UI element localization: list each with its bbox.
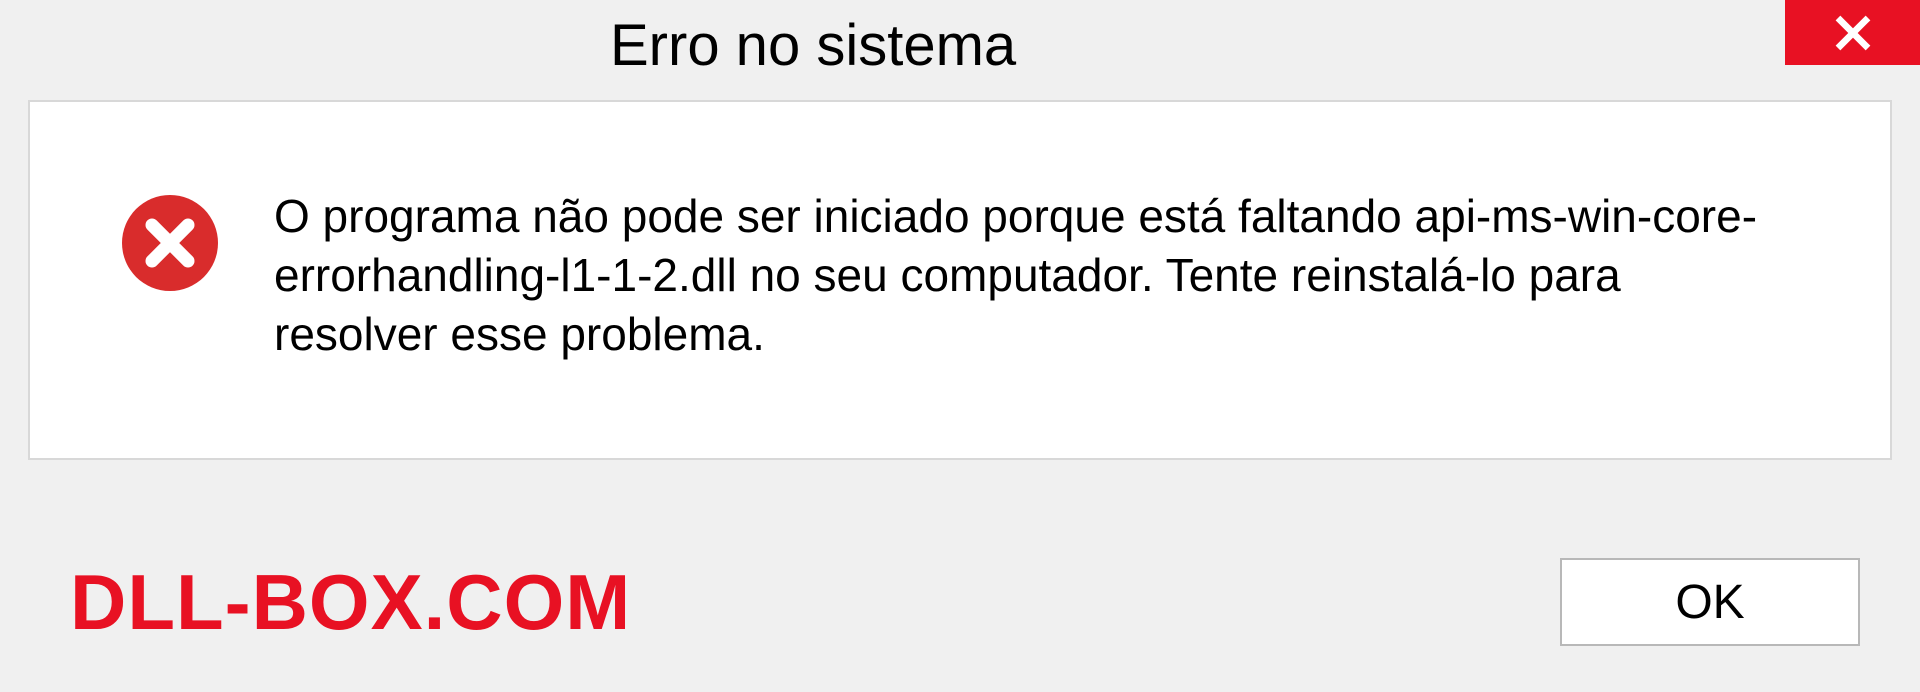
dialog-title: Erro no sistema	[610, 12, 1016, 79]
ok-button[interactable]: OK	[1560, 558, 1860, 646]
content-area: O programa não pode ser iniciado porque …	[28, 100, 1892, 460]
close-icon	[1834, 14, 1872, 52]
error-message: O programa não pode ser iniciado porque …	[274, 187, 1774, 364]
footer: DLL-BOX.COM OK	[0, 552, 1920, 652]
watermark-text: DLL-BOX.COM	[70, 557, 631, 648]
titlebar: Erro no sistema	[0, 0, 1920, 90]
error-dialog: Erro no sistema O programa não pode ser …	[0, 0, 1920, 692]
close-button[interactable]	[1785, 0, 1920, 65]
error-icon	[120, 193, 220, 293]
